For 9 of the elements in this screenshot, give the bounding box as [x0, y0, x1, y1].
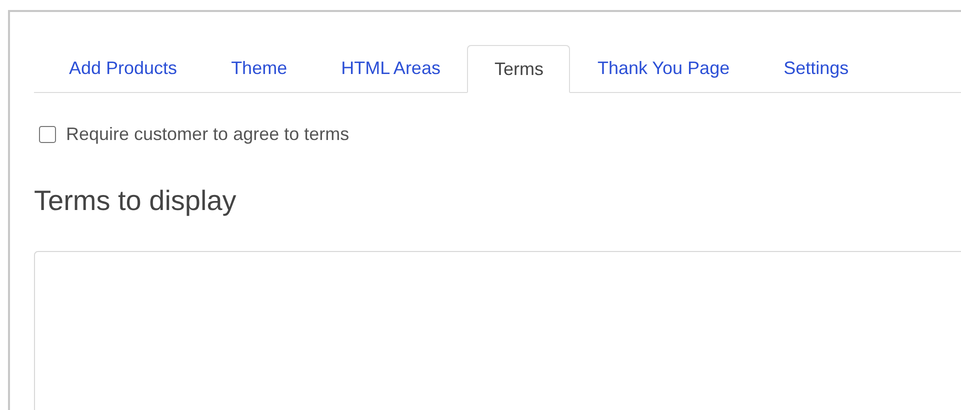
tab[interactable]: Thank You Page [570, 44, 757, 92]
terms-heading: Terms to display [34, 184, 238, 218]
tab[interactable]: Theme [204, 44, 314, 92]
tab[interactable]: HTML Areas [314, 44, 468, 92]
require-terms-label: Require customer to agree to terms [66, 123, 350, 146]
tab[interactable]: Settings [756, 44, 876, 92]
tab[interactable]: Terms [467, 45, 570, 93]
tab[interactable]: Add Products [42, 44, 204, 92]
require-terms-checkbox[interactable] [39, 126, 56, 143]
